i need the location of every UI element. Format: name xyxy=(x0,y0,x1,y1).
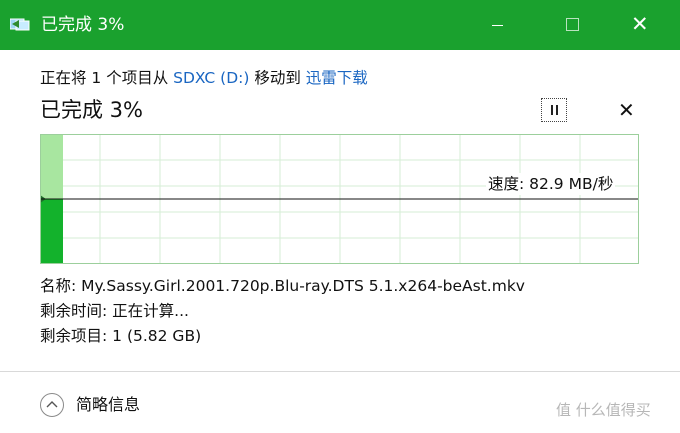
maximize-icon xyxy=(566,18,579,31)
pause-icon xyxy=(551,105,553,115)
minimize-button[interactable] xyxy=(470,0,524,50)
speed-graph xyxy=(40,134,639,264)
time-remaining-label: 剩余时间: xyxy=(40,302,113,320)
maximize-button[interactable] xyxy=(546,0,600,50)
close-button[interactable]: ✕ xyxy=(612,0,666,50)
items-remaining-value: 1 (5.82 GB) xyxy=(112,327,202,345)
minimize-icon xyxy=(492,25,503,26)
title-bar: 已完成 3% ✕ xyxy=(0,0,680,50)
speed-label: 速度: 82.9 MB/秒 xyxy=(486,173,616,195)
operation-description: 正在将 1 个项目从 SDXC (D:) 移动到 迅雷下载 xyxy=(40,67,368,89)
time-remaining-row: 剩余时间: 正在计算... xyxy=(40,300,189,322)
fewer-details-label[interactable]: 简略信息 xyxy=(76,394,140,416)
items-remaining-label: 剩余项目: xyxy=(40,327,113,345)
file-name-row: 名称: My.Sassy.Girl.2001.720p.Blu-ray.DTS … xyxy=(40,275,525,297)
file-name-label: 名称: xyxy=(40,277,82,295)
items-remaining-row: 剩余项目: 1 (5.82 GB) xyxy=(40,325,201,347)
destination-link[interactable]: 迅雷下载 xyxy=(306,69,368,87)
operation-middle: 移动到 xyxy=(249,69,306,87)
pause-button[interactable] xyxy=(541,98,567,122)
file-name-value: My.Sassy.Girl.2001.720p.Blu-ray.DTS 5.1.… xyxy=(81,277,525,295)
speed-history-bar xyxy=(40,199,63,264)
time-remaining-value: 正在计算... xyxy=(112,302,189,320)
watermark: 值 什么值得买 xyxy=(556,401,651,419)
file-transfer-icon xyxy=(10,18,30,31)
progress-heading: 已完成 3% xyxy=(40,98,143,122)
chevron-up-icon xyxy=(46,401,58,408)
close-icon: ✕ xyxy=(631,12,649,36)
operation-prefix: 正在将 1 个项目从 xyxy=(40,69,174,87)
cancel-button[interactable]: ✕ xyxy=(618,97,635,123)
source-link[interactable]: SDXC (D:) xyxy=(173,69,249,87)
collapse-details-button[interactable] xyxy=(40,393,64,417)
window-title: 已完成 3% xyxy=(41,15,125,35)
